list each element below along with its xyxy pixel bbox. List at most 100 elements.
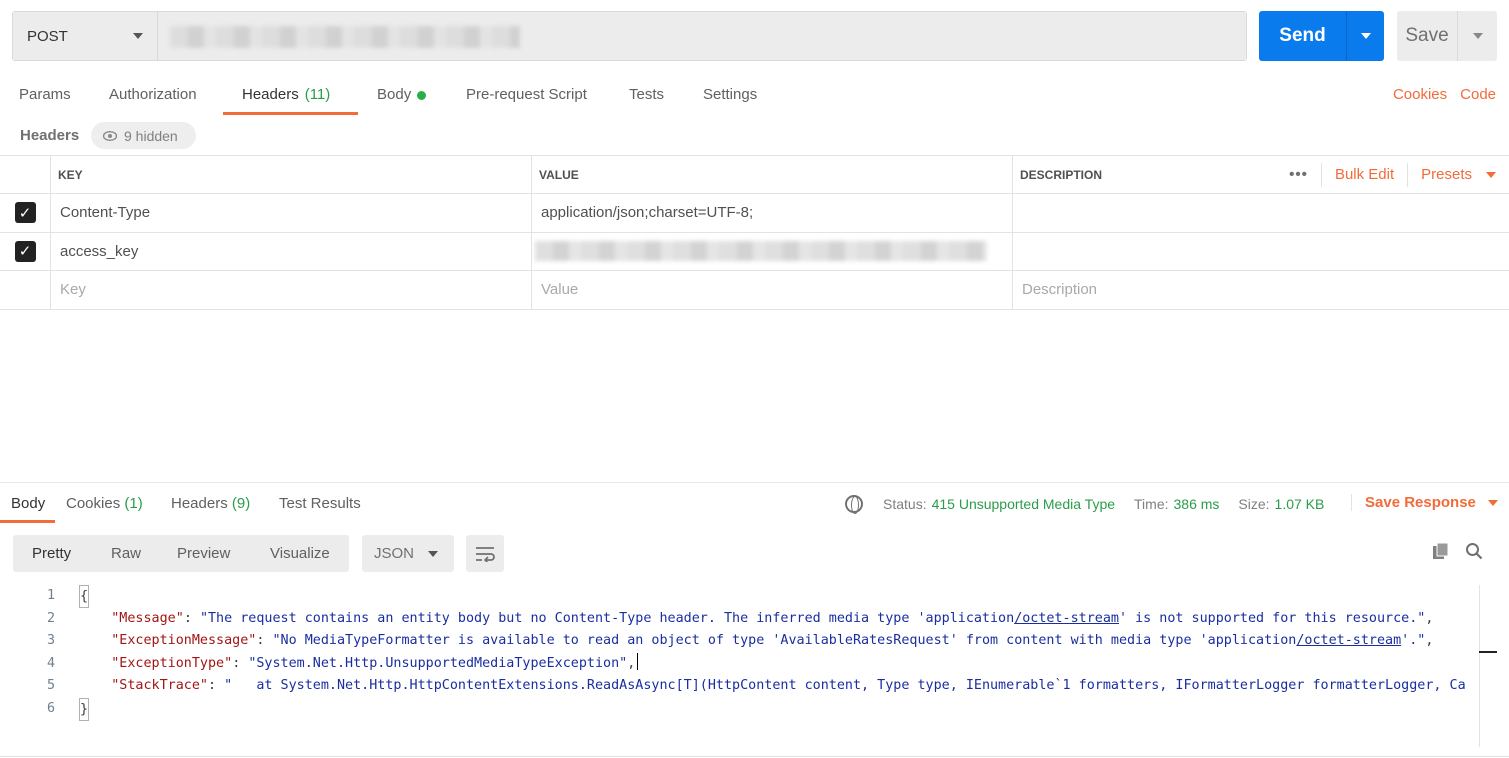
active-response-tab-indicator <box>0 520 55 523</box>
tab-body[interactable]: Body <box>377 80 427 116</box>
hidden-headers-toggle[interactable]: 9 hidden <box>91 122 196 149</box>
checkbox-checked[interactable]: ✓ <box>14 202 36 224</box>
json-string: '." <box>1401 633 1426 649</box>
time-value: 386 ms <box>1173 496 1220 512</box>
current-line-marker <box>1479 651 1497 653</box>
key-input[interactable]: Key <box>51 271 532 309</box>
header-key: access_key <box>60 242 139 260</box>
globe-icon[interactable] <box>845 495 863 514</box>
json-brace: { <box>79 585 90 608</box>
response-tab-headers[interactable]: Headers (9) <box>171 495 250 512</box>
tab-params[interactable]: Params <box>19 80 71 116</box>
value-cell[interactable]: application/json;charset=UTF-8; <box>532 194 1013 232</box>
description-cell[interactable] <box>1013 194 1509 232</box>
description-cell[interactable] <box>1013 233 1509 271</box>
cookies-link[interactable]: Cookies <box>1393 86 1447 103</box>
method-select[interactable]: POST <box>13 12 158 60</box>
save-response-label: Save Response <box>1365 494 1476 511</box>
json-string-link: /octet-stream <box>1014 610 1119 626</box>
redacted-url <box>170 26 520 48</box>
status-value: 415 Unsupported Media Type <box>931 496 1116 512</box>
key-cell[interactable]: access_key <box>51 232 532 270</box>
editor-scrollbar[interactable] <box>1479 585 1480 747</box>
chevron-down-icon <box>1486 171 1496 178</box>
time-label: Time: <box>1134 496 1169 512</box>
chevron-down-icon <box>133 33 143 39</box>
tab-pre-request-script[interactable]: Pre-request Script <box>466 80 587 116</box>
tab-tests[interactable]: Tests <box>629 80 664 116</box>
checkbox-checked[interactable]: ✓ <box>14 240 36 262</box>
url-input[interactable] <box>158 12 1246 60</box>
save-button[interactable]: Save <box>1397 11 1497 61</box>
key-placeholder: Key <box>60 281 86 299</box>
tab-label: Settings <box>703 86 758 103</box>
chevron-down-icon <box>1472 33 1483 39</box>
send-button[interactable]: Send <box>1259 11 1384 61</box>
more-options-icon[interactable]: ••• <box>1276 166 1321 183</box>
copy-icon[interactable] <box>1432 542 1450 560</box>
wrap-lines-button[interactable] <box>466 535 504 572</box>
response-body-editor[interactable]: 1 { 2 "Message": "The request contains a… <box>0 585 1480 721</box>
code-line: 3 "ExceptionMessage": "No MediaTypeForma… <box>0 630 1480 653</box>
json-key: "ExceptionMessage" <box>111 633 257 649</box>
save-label: Save <box>1397 11 1458 61</box>
json-string: "No MediaTypeFormatter is available to r… <box>272 633 1297 649</box>
code-line: 4 "ExceptionType": "System.Net.Http.Unsu… <box>0 652 1480 676</box>
line-number: 4 <box>46 655 55 671</box>
tab-count: (1) <box>124 495 143 512</box>
size-label: Size: <box>1238 496 1270 512</box>
table-row-new: Key Value Description <box>0 271 1509 310</box>
value-cell[interactable] <box>532 232 1013 270</box>
table-header-row: KEY VALUE DESCRIPTION ••• Bulk Edit Pres… <box>0 156 1509 194</box>
tab-label: Headers <box>242 86 299 103</box>
line-number: 6 <box>46 700 55 716</box>
description-input[interactable]: Description <box>1013 271 1509 309</box>
time-group: Time: 386 ms <box>1134 496 1219 512</box>
value-placeholder: Value <box>541 281 579 299</box>
tab-settings[interactable]: Settings <box>703 80 757 116</box>
response-tabs-bar: Body Cookies (1) Headers (9) Test Result… <box>0 482 1509 523</box>
view-raw[interactable]: Raw <box>111 545 141 562</box>
json-brace: } <box>79 697 90 721</box>
table-row: ✓ Content-Type application/json;charset=… <box>0 194 1509 233</box>
save-options-button[interactable] <box>1458 11 1497 61</box>
response-tab-cookies[interactable]: Cookies (1) <box>66 495 143 512</box>
view-visualize[interactable]: Visualize <box>270 545 330 562</box>
eye-icon <box>103 130 117 141</box>
row-checkbox-cell: ✓ <box>0 232 51 270</box>
response-tab-body[interactable]: Body <box>11 495 45 512</box>
json-key: "ExceptionType" <box>111 655 233 671</box>
tab-headers[interactable]: Headers (11) <box>242 80 330 116</box>
value-input[interactable]: Value <box>532 271 1013 309</box>
send-options-button[interactable] <box>1347 11 1384 61</box>
response-tab-test-results[interactable]: Test Results <box>279 495 361 512</box>
tab-label: Pre-request Script <box>466 86 587 103</box>
method-label: POST <box>27 27 68 45</box>
code-line: 5 "StackTrace": " at System.Net.Http.Htt… <box>0 675 1480 698</box>
view-preview[interactable]: Preview <box>177 545 230 562</box>
json-string: "System.Net.Http.UnsupportedMediaTypeExc… <box>248 655 628 671</box>
code-link[interactable]: Code <box>1460 86 1496 103</box>
response-meta: Status: 415 Unsupported Media Type Time: 3… <box>845 495 1343 514</box>
headers-table: KEY VALUE DESCRIPTION ••• Bulk Edit Pres… <box>0 155 1509 310</box>
description-placeholder: Description <box>1022 281 1098 299</box>
size-group: Size: 1.07 KB <box>1238 496 1324 512</box>
bulk-edit-button[interactable]: Bulk Edit <box>1320 162 1407 187</box>
wrap-icon <box>476 546 495 562</box>
tab-label: Params <box>19 86 71 103</box>
description-header-label: DESCRIPTION <box>1020 167 1103 182</box>
key-cell[interactable]: Content-Type <box>51 194 532 232</box>
chevron-down-icon <box>1487 499 1498 506</box>
tab-authorization[interactable]: Authorization <box>109 80 197 116</box>
view-pretty[interactable]: Pretty <box>32 545 71 562</box>
search-icon[interactable] <box>1465 542 1483 560</box>
bottom-divider <box>0 756 1509 757</box>
view-mode-selector: Pretty Raw Preview Visualize <box>13 535 349 572</box>
checkbox-column-header <box>0 156 51 193</box>
tab-label: Authorization <box>109 86 197 103</box>
format-label: JSON <box>374 545 415 562</box>
presets-button[interactable]: Presets <box>1407 162 1509 187</box>
save-response-button[interactable]: Save Response <box>1351 494 1498 511</box>
format-select[interactable]: JSON <box>362 535 454 572</box>
hidden-count: 9 hidden <box>124 127 178 144</box>
